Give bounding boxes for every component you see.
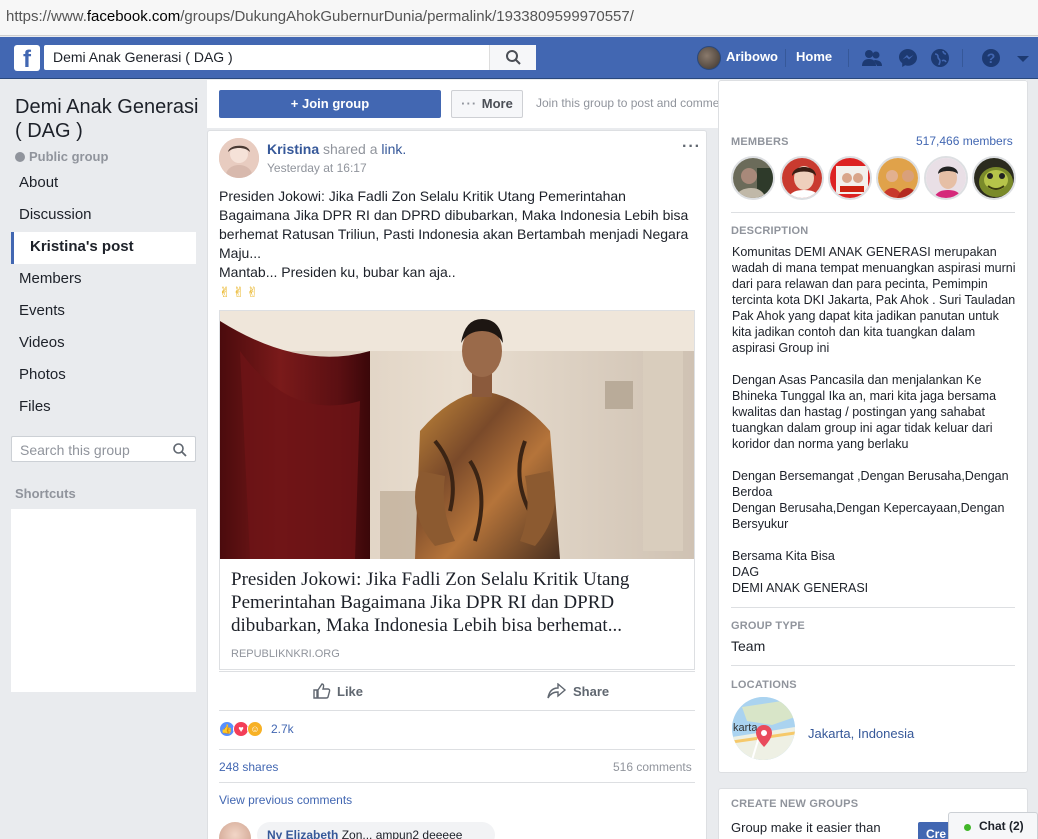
notifications-globe-icon[interactable] <box>929 47 951 69</box>
group-search-input[interactable]: Search this group <box>11 436 196 462</box>
nav-item-kristinas-post[interactable]: Kristina's post <box>11 232 196 264</box>
post-options-icon[interactable]: ··· <box>682 138 701 156</box>
post-author-link[interactable]: Kristina <box>267 141 319 157</box>
create-groups-text: Group make it easier than <box>731 820 881 835</box>
post-body: Presiden Jokowi: Jika Fadli Zon Selalu K… <box>219 188 689 280</box>
post-timestamp[interactable]: Yesterday at 16:17 <box>267 161 367 175</box>
group-type-heading: GROUP TYPE <box>731 620 805 632</box>
join-group-button[interactable]: + Join group <box>219 90 441 118</box>
shortcuts-heading: Shortcuts <box>15 486 76 501</box>
plus-icon: + <box>290 96 303 111</box>
divider <box>731 665 1015 666</box>
thumbs-up-icon <box>313 683 331 699</box>
nav-item-members[interactable]: Members <box>11 264 196 296</box>
home-link[interactable]: Home <box>796 49 832 64</box>
like-button[interactable]: Like <box>313 683 363 699</box>
account-menu-caret-icon[interactable] <box>1012 47 1034 69</box>
member-avatar[interactable] <box>828 156 872 200</box>
member-avatar[interactable] <box>876 156 920 200</box>
nav-item-discussion[interactable]: Discussion <box>11 200 196 232</box>
create-groups-heading: CREATE NEW GROUPS <box>731 798 859 810</box>
link-preview-image[interactable] <box>220 311 694 559</box>
shortcuts-panel <box>11 509 196 692</box>
author-avatar[interactable] <box>219 138 259 178</box>
header-divider <box>785 49 786 67</box>
search-icon <box>506 50 521 65</box>
haha-reaction-icon: ☺ <box>247 721 263 737</box>
chat-tab[interactable]: Chat (2) <box>948 812 1038 839</box>
group-name[interactable]: Demi Anak Generasi ( DAG ) <box>15 95 200 143</box>
comments-count[interactable]: 516 comments <box>613 760 692 774</box>
members-heading: MEMBERS <box>731 136 789 148</box>
top-search-input[interactable]: Demi Anak Generasi ( DAG ) <box>44 45 536 70</box>
view-previous-comments-link[interactable]: View previous comments <box>219 793 352 807</box>
group-type-value: Team <box>731 638 766 654</box>
divider <box>731 607 1015 608</box>
member-avatar[interactable] <box>924 156 968 200</box>
nav-item-files[interactable]: Files <box>11 392 196 424</box>
user-avatar[interactable] <box>697 46 721 70</box>
locations-heading: LOCATIONS <box>731 679 797 691</box>
post-header-line: Kristina shared a link. <box>267 141 407 157</box>
reaction-count[interactable]: 2.7k <box>271 722 294 736</box>
comment-bubble: Ny Elizabeth Zon... ampun2 deeeee <box>257 822 495 839</box>
nav-item-events[interactable]: Events <box>11 296 196 328</box>
search-icon[interactable] <box>172 442 188 458</box>
more-dots-icon: ··· <box>461 96 482 111</box>
header-divider <box>848 49 849 67</box>
link-preview-domain: REPUBLIKNKRI.ORG <box>231 648 340 660</box>
more-button[interactable]: ··· More <box>451 90 523 118</box>
shares-count[interactable]: 248 shares <box>219 760 278 774</box>
link-preview-title[interactable]: Presiden Jokowi: Jika Fadli Zon Selalu K… <box>231 568 686 637</box>
online-status-dot <box>964 824 971 831</box>
facebook-logo-icon[interactable]: f <box>14 45 40 71</box>
svg-text:?: ? <box>987 50 996 66</box>
browser-url-bar[interactable]: https://www.facebook.com/groups/DukungAh… <box>0 0 1038 36</box>
location-map-thumbnail[interactable]: karta <box>732 697 795 760</box>
member-avatar[interactable] <box>972 156 1016 200</box>
group-privacy: Public group <box>15 149 108 164</box>
divider <box>731 212 1015 213</box>
join-hint: Join this group to post and comment. <box>536 96 733 110</box>
nav-item-videos[interactable]: Videos <box>11 328 196 360</box>
group-nav: About Discussion Kristina's post Members… <box>11 168 196 424</box>
help-icon[interactable]: ? <box>980 47 1002 69</box>
nav-item-about[interactable]: About <box>11 168 196 200</box>
header-divider <box>962 49 963 67</box>
victory-emoji: ✌✌✌ <box>219 284 261 300</box>
share-arrow-icon <box>547 682 567 699</box>
share-button[interactable]: Share <box>547 682 609 699</box>
search-button[interactable] <box>489 45 536 70</box>
map-text: karta <box>733 722 758 734</box>
nav-item-photos[interactable]: Photos <box>11 360 196 392</box>
divider <box>219 782 695 783</box>
facebook-top-bar: f Demi Anak Generasi ( DAG ) Aribowo Hom… <box>0 37 1038 79</box>
group-description: Komunitas DEMI ANAK GENERASI merupakan w… <box>732 245 1016 595</box>
url-text[interactable]: https://www.facebook.com/groups/DukungAh… <box>6 8 634 25</box>
author-photo <box>219 138 259 178</box>
member-avatar[interactable] <box>780 156 824 200</box>
messenger-icon[interactable] <box>897 47 919 69</box>
divider <box>219 710 695 711</box>
description-heading: DESCRIPTION <box>731 225 809 237</box>
post-action-row: Like Share <box>219 676 695 706</box>
member-avatar[interactable] <box>731 156 775 200</box>
post-link-word[interactable]: link. <box>381 141 406 157</box>
commenter-name-link[interactable]: Ny Elizabeth <box>267 828 338 839</box>
divider <box>219 749 695 750</box>
friend-requests-icon[interactable] <box>861 47 883 69</box>
user-name-link[interactable]: Aribowo <box>726 49 778 64</box>
globe-icon <box>15 152 25 162</box>
location-link[interactable]: Jakarta, Indonesia <box>808 726 914 741</box>
members-count-link[interactable]: 517,466 members <box>916 134 1013 148</box>
divider <box>219 671 695 672</box>
